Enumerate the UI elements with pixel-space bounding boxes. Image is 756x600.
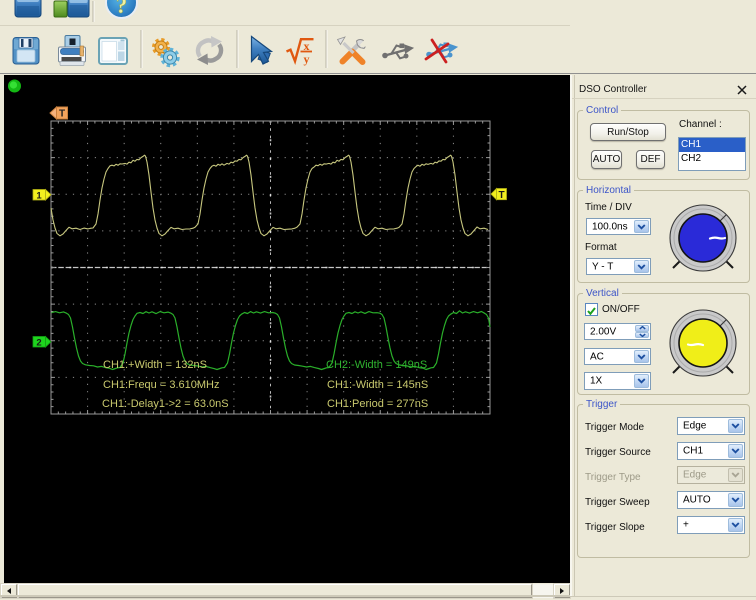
svg-text:?: ? [116,0,128,18]
svg-text:CH1:-Width = 145nS: CH1:-Width = 145nS [327,379,428,391]
svg-text:x: x [304,39,310,53]
svg-text:CH1:-Delay1->2 = 63.0nS: CH1:-Delay1->2 = 63.0nS [102,398,229,410]
svg-text:T: T [59,109,65,120]
svg-text:2: 2 [36,338,41,349]
svg-text:T: T [499,190,505,201]
svg-text:y: y [304,52,310,66]
svg-text:CH2:-Width = 149nS: CH2:-Width = 149nS [326,359,427,371]
svg-text:CH1:+Width = 132nS: CH1:+Width = 132nS [103,359,207,371]
svg-text:CH1:Frequ = 3.610MHz: CH1:Frequ = 3.610MHz [103,379,219,391]
svg-text:CH1:Period = 277nS: CH1:Period = 277nS [327,398,428,410]
svg-text:1: 1 [36,191,42,202]
